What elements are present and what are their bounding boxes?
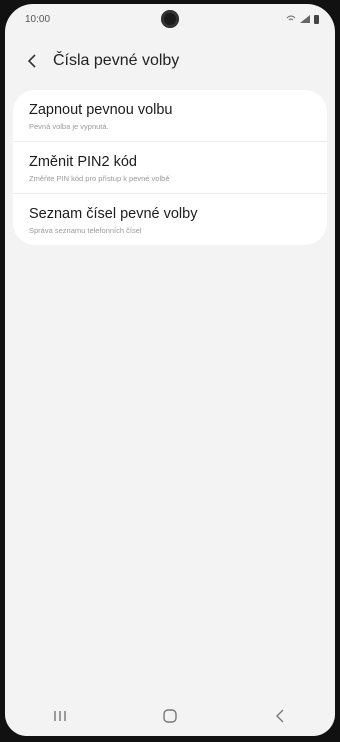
page-title: Čísla pevné volby bbox=[53, 52, 180, 69]
setting-subtitle: Pevná volba je vypnutá. bbox=[29, 122, 109, 131]
setting-enable-fixed-dialing[interactable]: Zapnout pevnou volbu Pevná volba je vypn… bbox=[13, 90, 327, 141]
home-button[interactable] bbox=[155, 701, 185, 731]
status-icons bbox=[286, 14, 319, 24]
phone-frame: 10:00 Čísla pevné volby Zapnout pevnou v… bbox=[0, 0, 340, 742]
setting-subtitle: Správa seznamu telefonních čísel bbox=[29, 226, 142, 235]
battery-icon bbox=[314, 14, 319, 24]
signal-icon bbox=[300, 15, 310, 23]
setting-change-pin2[interactable]: Změnit PIN2 kód Změňte PIN kód pro příst… bbox=[13, 141, 327, 193]
back-icon bbox=[276, 709, 284, 723]
setting-fdn-list[interactable]: Seznam čísel pevné volby Správa seznamu … bbox=[13, 193, 327, 245]
screen: 10:00 Čísla pevné volby Zapnout pevnou v… bbox=[5, 4, 335, 736]
wifi-icon bbox=[286, 15, 296, 21]
status-time: 10:00 bbox=[25, 13, 51, 25]
setting-title: Změnit PIN2 kód bbox=[29, 154, 137, 170]
settings-card: Zapnout pevnou volbu Pevná volba je vypn… bbox=[13, 90, 327, 245]
back-button[interactable] bbox=[21, 50, 43, 72]
setting-title: Zapnout pevnou volbu bbox=[29, 102, 173, 118]
nav-back-button[interactable] bbox=[265, 701, 295, 731]
setting-title: Seznam čísel pevné volby bbox=[29, 206, 198, 222]
app-bar: Čísla pevné volby bbox=[5, 44, 335, 78]
recent-apps-icon bbox=[54, 711, 66, 721]
navigation-bar bbox=[5, 696, 335, 736]
setting-subtitle: Změňte PIN kód pro přístup k pevné volbě bbox=[29, 174, 170, 183]
chevron-left-icon bbox=[27, 54, 36, 68]
home-icon bbox=[163, 709, 177, 723]
recent-apps-button[interactable] bbox=[45, 701, 75, 731]
front-camera bbox=[161, 10, 179, 28]
